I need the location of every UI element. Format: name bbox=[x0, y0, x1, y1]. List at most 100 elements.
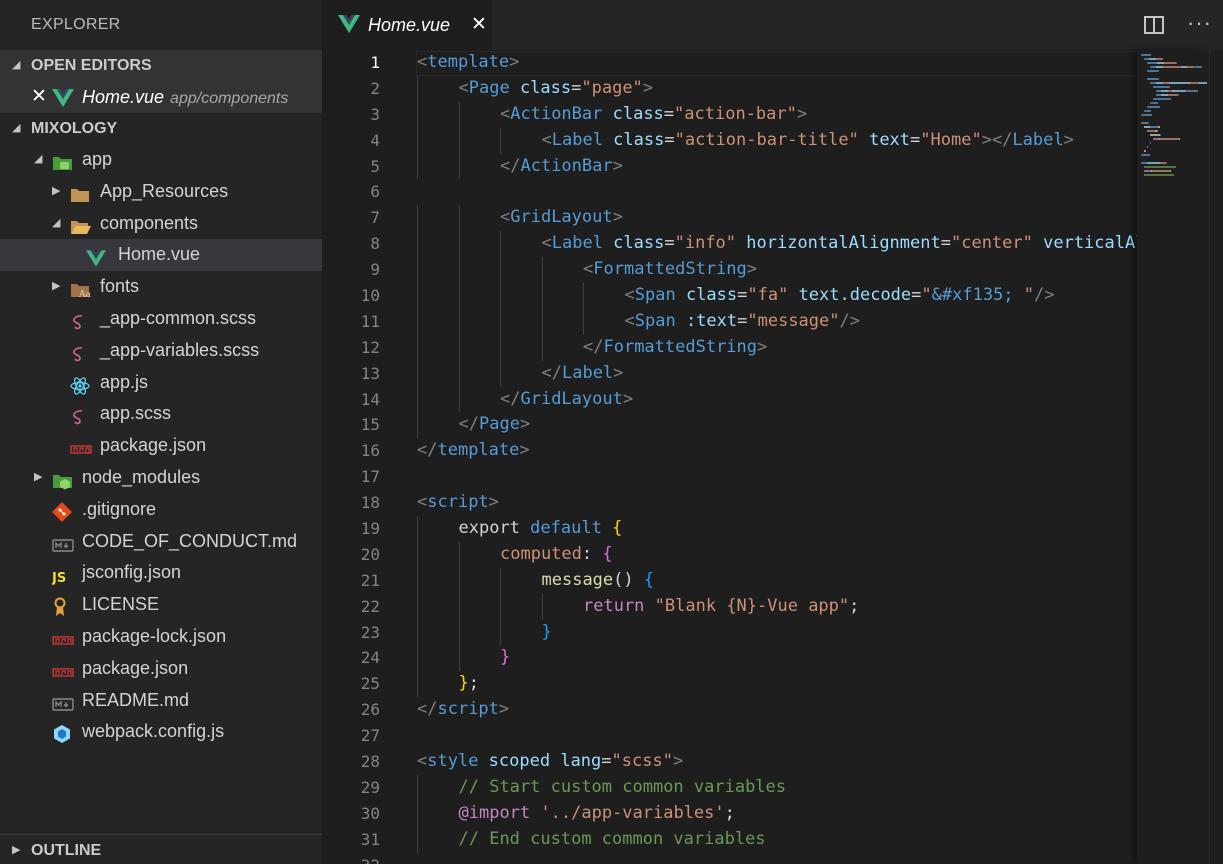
minimap-mark bbox=[1166, 162, 1167, 164]
close-icon[interactable]: ✕ bbox=[471, 0, 487, 50]
tree-item[interactable]: package-lock.json bbox=[0, 621, 322, 653]
indent-guide bbox=[541, 593, 543, 620]
minimap-mark bbox=[1147, 130, 1155, 132]
open-editors-header[interactable]: ◢ OPEN EDITORS bbox=[0, 50, 322, 81]
line-number: 31 bbox=[360, 829, 380, 849]
outline-section[interactable]: ▶ OUTLINE bbox=[0, 834, 322, 864]
code-token: { bbox=[612, 518, 623, 539]
tree-item[interactable]: ▶ node_modules bbox=[0, 462, 322, 494]
outline-header[interactable]: ▶ OUTLINE bbox=[0, 835, 322, 864]
code-line: 7 <GridLayout> bbox=[322, 205, 1223, 232]
minimap-mark bbox=[1155, 98, 1170, 100]
chevron-right-icon[interactable]: ▶ bbox=[52, 271, 60, 303]
minimap-mark bbox=[1156, 94, 1157, 96]
code-token: GridLayout bbox=[520, 388, 623, 409]
code-token: = bbox=[737, 285, 748, 306]
tree-item-label: CODE_OF_CONDUCT.md bbox=[82, 530, 298, 551]
tree-item[interactable]: CODE_OF_CONDUCT.md bbox=[0, 526, 322, 558]
close-icon[interactable]: ✕ bbox=[31, 81, 47, 113]
minimap-mark bbox=[1147, 106, 1149, 108]
chevron-down-icon[interactable]: ◢ bbox=[52, 208, 60, 240]
tab-home-vue[interactable]: Home.vue ✕ bbox=[322, 0, 492, 50]
code-token: "center" bbox=[950, 233, 1033, 254]
line-number: 10 bbox=[360, 286, 380, 306]
minimap-mark bbox=[1144, 170, 1151, 172]
tree-item[interactable]: README.md bbox=[0, 685, 322, 717]
indent-guide bbox=[500, 283, 501, 309]
code-token: = bbox=[910, 129, 921, 150]
open-editor-item-home-vue[interactable]: ✕ Home.vue app/components bbox=[0, 81, 322, 113]
indent-guide bbox=[417, 308, 418, 335]
indent-guide bbox=[417, 567, 418, 594]
tree-item[interactable]: webpack.config.js bbox=[0, 716, 322, 748]
tree-item[interactable]: _app-variables.scss bbox=[0, 335, 322, 367]
split-editor-icon[interactable] bbox=[1144, 16, 1164, 34]
minimap-mark bbox=[1172, 90, 1184, 92]
tree-item[interactable]: app.scss bbox=[0, 398, 322, 430]
tree-item[interactable]: Home.vue bbox=[0, 239, 322, 272]
line-number: 30 bbox=[360, 803, 380, 823]
code-line: 32 bbox=[322, 853, 1223, 864]
code-line: 14 </GridLayout> bbox=[322, 386, 1223, 413]
line-number: 1 bbox=[370, 53, 380, 72]
minimap-mark bbox=[1144, 110, 1146, 112]
code-line: 26 </script> bbox=[322, 697, 1223, 723]
chevron-right-icon[interactable]: ▶ bbox=[34, 462, 42, 494]
minimap-mark bbox=[1150, 102, 1152, 104]
minimap-mark bbox=[1185, 90, 1186, 92]
code-text: <Span class="fa" text.decode="&#xf135; "… bbox=[625, 283, 1055, 309]
code-line: 21 message() { bbox=[322, 567, 1223, 594]
code-token: "scss" bbox=[611, 751, 673, 772]
code-editor[interactable]: 1 <template> 2 <Page class="page"> 3 <ActionB… bbox=[322, 50, 1223, 864]
minimap-mark bbox=[1144, 126, 1150, 128]
minimap-mark bbox=[1159, 126, 1160, 128]
tree-item[interactable]: _app-common.scss bbox=[0, 303, 322, 335]
tree-item[interactable]: ◢ components bbox=[0, 208, 322, 240]
project-header[interactable]: ◢ MIXOLOGY bbox=[0, 113, 322, 144]
minimap-mark bbox=[1151, 170, 1152, 172]
vertical-scrollbar[interactable] bbox=[1209, 50, 1223, 864]
indent-guide bbox=[417, 645, 418, 672]
code-text: <Label class="action-bar-title" text="Ho… bbox=[542, 128, 1074, 154]
chevron-down-icon[interactable]: ◢ bbox=[34, 144, 42, 176]
tree-item[interactable]: package.json bbox=[0, 653, 322, 685]
code-line: 2 <Page class="page"> bbox=[322, 75, 1223, 102]
tree-item[interactable]: .gitignore bbox=[0, 494, 322, 526]
tree-item[interactable]: package.json bbox=[0, 430, 322, 462]
minimap-mark bbox=[1201, 66, 1202, 68]
code-token: FormattedString bbox=[593, 259, 747, 280]
tree-item-label: LICENSE bbox=[82, 594, 160, 615]
chevron-right-icon[interactable]: ▶ bbox=[52, 176, 60, 208]
npm-icon bbox=[52, 660, 74, 678]
tree-item[interactable]: LICENSE bbox=[0, 589, 322, 621]
folder-app-icon bbox=[52, 151, 72, 170]
tree-item[interactable]: app.js bbox=[0, 367, 322, 399]
code-text: </Label> bbox=[542, 361, 624, 387]
indent-guide bbox=[417, 75, 418, 102]
line-number: 27 bbox=[360, 726, 380, 746]
more-actions-icon[interactable]: ··· bbox=[1187, 10, 1212, 36]
npm-icon bbox=[70, 437, 92, 455]
tree-item[interactable]: ◢ app bbox=[0, 144, 322, 176]
code-line: 19 export default { bbox=[322, 516, 1223, 542]
minimap-mark bbox=[1160, 134, 1161, 136]
minimap[interactable] bbox=[1137, 50, 1209, 864]
minimap-mark bbox=[1150, 54, 1151, 56]
tree-item[interactable]: ▶ Aa fonts bbox=[0, 271, 322, 303]
code-token: = bbox=[664, 129, 675, 150]
tree-item[interactable]: JS jsconfig.json bbox=[0, 557, 322, 589]
minimap-mark bbox=[1158, 126, 1159, 128]
code-token: </ bbox=[583, 336, 604, 357]
minimap-mark bbox=[1150, 110, 1151, 112]
code-token: horizontalAlignment bbox=[736, 233, 941, 254]
tree-item[interactable]: ▶ App_Resources bbox=[0, 176, 322, 208]
code-line: 1 <template> bbox=[322, 50, 1223, 76]
code-token: < bbox=[500, 207, 511, 228]
code-line: 20 computed: { bbox=[322, 541, 1223, 568]
minimap-mark bbox=[1158, 70, 1159, 72]
indent-guide bbox=[417, 671, 418, 698]
code-line: 5 </ActionBar> bbox=[322, 153, 1223, 180]
code-token: = bbox=[601, 751, 612, 772]
minimap-mark bbox=[1144, 174, 1174, 176]
